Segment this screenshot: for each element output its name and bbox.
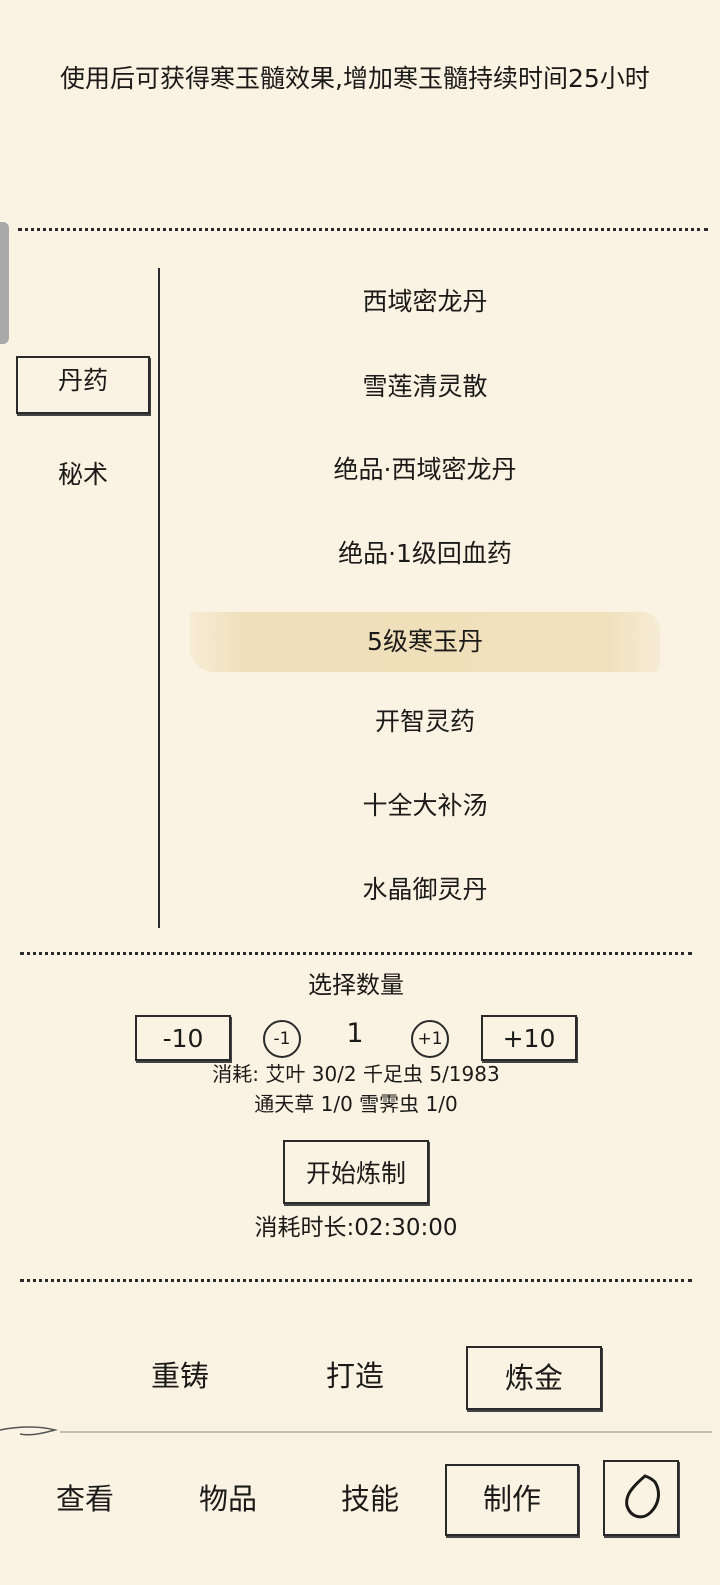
category-secret-arts[interactable]: 秘术 xyxy=(16,452,150,510)
nav-tab-skills[interactable]: 技能 xyxy=(305,1466,435,1536)
cost-line-1: 消耗: 艾叶 30/2 千足虫 5/1983 xyxy=(212,1062,500,1086)
back-arrow-icon xyxy=(625,1474,660,1519)
category-label: 丹药 xyxy=(57,366,108,395)
nav-tab-items[interactable]: 物品 xyxy=(163,1466,293,1536)
recipe-item[interactable]: 西域密龙丹 xyxy=(190,272,660,332)
recipe-label: 雪莲清灵散 xyxy=(362,372,488,401)
subtab-recast[interactable]: 重铸 xyxy=(115,1346,245,1410)
recipe-item[interactable]: 雪莲清灵散 xyxy=(190,357,660,417)
minus-ten-button[interactable]: -10 xyxy=(135,1015,231,1061)
minus-one-button[interactable]: -1 xyxy=(263,1020,301,1058)
nav-tab-label: 技能 xyxy=(340,1482,399,1516)
recipe-item[interactable]: 开智灵药 xyxy=(190,692,660,752)
recipe-label: 西域密龙丹 xyxy=(362,287,488,316)
quantity-title: 选择数量 xyxy=(308,971,404,999)
cost-line-2: 通天草 1/0 雪霁虫 1/0 xyxy=(254,1092,458,1116)
plus-ten-button[interactable]: +10 xyxy=(481,1015,577,1061)
top-divider xyxy=(18,228,708,231)
middle-divider xyxy=(20,952,692,955)
subtab-forge[interactable]: 打造 xyxy=(290,1346,420,1410)
category-pills[interactable]: 丹药 xyxy=(16,356,150,414)
vertical-divider xyxy=(158,268,160,928)
recipe-item[interactable]: 绝品·1级回血药 xyxy=(190,524,660,584)
subtab-label: 打造 xyxy=(325,1359,384,1393)
start-crafting-button[interactable]: 开始炼制 xyxy=(283,1140,429,1204)
back-button[interactable] xyxy=(603,1460,679,1536)
nav-tab-label: 物品 xyxy=(198,1482,257,1516)
category-label: 秘术 xyxy=(57,460,108,489)
item-description: 使用后可获得寒玉髓效果,增加寒玉髓持续时间25小时 xyxy=(60,64,650,93)
recipe-item-selected[interactable]: 5级寒玉丹 xyxy=(190,612,660,672)
recipe-label: 5级寒玉丹 xyxy=(367,627,483,656)
recipe-item[interactable]: 绝品·西域密龙丹 xyxy=(190,440,660,500)
nav-tab-view[interactable]: 查看 xyxy=(20,1466,150,1536)
recipe-label: 十全大补汤 xyxy=(362,791,488,820)
subtab-label: 重铸 xyxy=(150,1359,209,1393)
subtab-alchemy[interactable]: 炼金 xyxy=(466,1346,602,1410)
quantity-value: 1 xyxy=(346,1018,364,1049)
nav-tab-crafting[interactable]: 制作 xyxy=(445,1464,579,1536)
recipe-label: 水晶御灵丹 xyxy=(362,875,488,904)
recipe-label: 开智灵药 xyxy=(374,707,475,736)
recipe-label: 绝品·西域密龙丹 xyxy=(333,455,517,484)
nav-tab-label: 查看 xyxy=(55,1482,114,1516)
subtab-label: 炼金 xyxy=(504,1361,563,1395)
plus-one-button[interactable]: +1 xyxy=(411,1020,449,1058)
recipe-item[interactable]: 十全大补汤 xyxy=(190,776,660,836)
craft-duration: 消耗时长:02:30:00 xyxy=(254,1215,458,1241)
scrollbar-thumb[interactable] xyxy=(0,222,9,344)
decorative-cloud-line xyxy=(0,1426,712,1436)
nav-tab-label: 制作 xyxy=(482,1482,541,1516)
recipe-label: 绝品·1级回血药 xyxy=(338,539,512,568)
recipe-item[interactable]: 水晶御灵丹 xyxy=(190,860,660,920)
lower-divider xyxy=(20,1279,692,1282)
